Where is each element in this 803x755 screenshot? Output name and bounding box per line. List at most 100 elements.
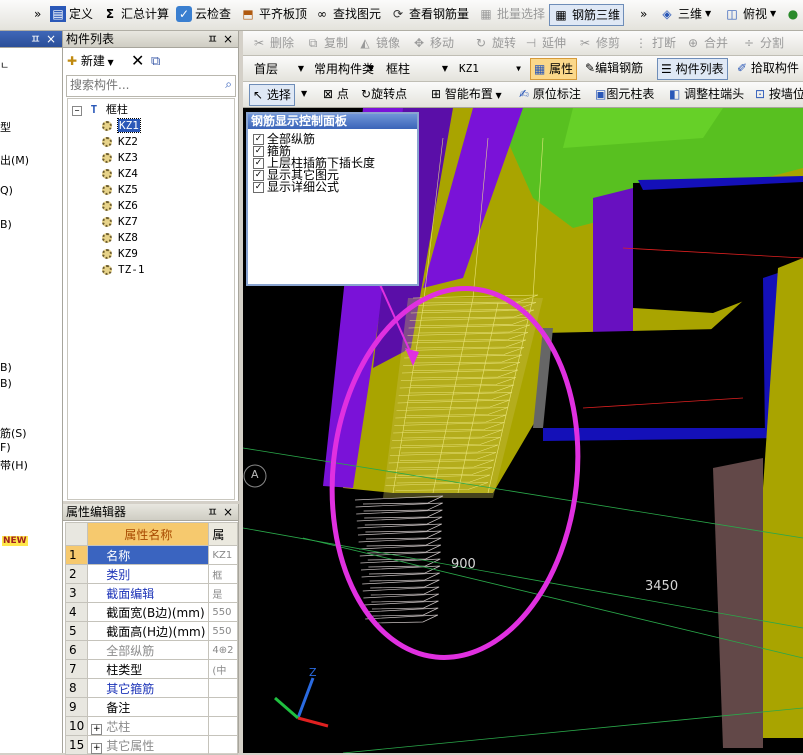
property-value[interactable]: 框	[208, 564, 238, 584]
expand-icon[interactable]: +	[91, 723, 103, 735]
component-select[interactable]: KZ1 ▼	[454, 59, 524, 77]
left-item[interactable]: B)	[0, 361, 12, 374]
search-icon[interactable]: ⌕	[225, 77, 232, 92]
find-element-button[interactable]: ∞ 查找图元	[314, 3, 381, 25]
property-row[interactable]: 10 + 芯柱	[64, 716, 238, 736]
3d-view-button[interactable]: ◈ 三维 ▼	[659, 3, 711, 25]
define-button[interactable]: ▤ 定义	[50, 3, 93, 25]
tree-item-kz9[interactable]: KZ9	[102, 246, 138, 262]
property-row[interactable]: 2 类别框	[64, 564, 238, 584]
property-row[interactable]: 3 截面编辑是	[64, 583, 238, 603]
left-item[interactable]: 出(M)	[0, 152, 29, 168]
category-select[interactable]: 常用构件类 ▼	[309, 59, 377, 77]
top-view-button[interactable]: ◫ 俯视 ▼	[724, 3, 776, 25]
close-icon[interactable]: ×	[223, 31, 233, 47]
floor-select[interactable]: 首层 ▼	[249, 59, 307, 77]
left-item[interactable]: B)	[0, 218, 12, 231]
toolbar-more-button-2[interactable]: »	[640, 3, 647, 25]
rebar-option[interactable]: ✓ 显示详细公式	[253, 181, 412, 193]
property-value[interactable]: 550	[208, 621, 238, 641]
tree-item-kz6[interactable]: KZ6	[102, 198, 138, 214]
edit-button-7[interactable]: ⋮ 打断	[633, 32, 676, 54]
summary-calc-button[interactable]: Σ 汇总计算	[102, 3, 169, 25]
property-row[interactable]: 6 全部纵筋 4⊕2	[64, 640, 238, 660]
property-row[interactable]: 8 其它箍筋	[64, 678, 238, 698]
left-item[interactable]: 带(H)	[0, 457, 28, 473]
left-item[interactable]: 型	[0, 119, 11, 135]
checkbox[interactable]: ✓	[253, 182, 264, 193]
tree-item-kz4[interactable]: KZ4	[102, 166, 138, 182]
properties-button[interactable]: ▦ 属性	[530, 58, 578, 80]
left-item[interactable]: 筋(S)	[0, 425, 27, 441]
column-table-button[interactable]: ▣图元柱表	[595, 84, 654, 104]
type-select[interactable]: 框柱 ▼	[381, 59, 451, 77]
tree-item-kz8[interactable]: KZ8	[102, 230, 138, 246]
rotate-point-button[interactable]: ↻旋转点	[361, 84, 407, 104]
property-value[interactable]	[208, 735, 238, 755]
left-item[interactable]: B)	[0, 377, 12, 390]
property-value[interactable]: 是	[208, 583, 238, 603]
tree-item-kz5[interactable]: KZ5	[102, 182, 138, 198]
pin-icon[interactable]: ㅍ	[30, 31, 41, 47]
left-item[interactable]: F)	[0, 441, 11, 454]
search-input[interactable]	[67, 76, 213, 94]
select-button[interactable]: ↖ 选择	[249, 84, 295, 106]
checkbox[interactable]: ✓	[253, 170, 264, 181]
close-icon[interactable]: ×	[223, 504, 233, 520]
edit-rebar-button[interactable]: ✎编辑钢筋	[585, 58, 643, 78]
by-wall-button[interactable]: ⊡ 按墙位	[755, 84, 803, 104]
toolbar-more-button[interactable]: »	[34, 3, 41, 25]
point-button[interactable]: ⊠ 点	[323, 84, 349, 104]
property-row[interactable]: 9 备注	[64, 697, 238, 717]
edit-button-8[interactable]: ⊕ 合并	[685, 32, 728, 54]
property-row[interactable]: 15 + 其它属性	[64, 735, 238, 755]
property-value[interactable]	[208, 678, 238, 698]
property-value[interactable]: 4⊕2	[208, 640, 238, 660]
edit-button-3[interactable]: ✥ 移动	[411, 32, 454, 54]
rebar-3d-button[interactable]: ▦ 钢筋三维	[549, 4, 625, 26]
delete-icon[interactable]: ✕	[131, 51, 144, 71]
collapse-icon[interactable]: −	[72, 106, 82, 116]
tree-item-kz3[interactable]: KZ3	[102, 150, 138, 166]
property-value[interactable]: KZ1	[208, 545, 238, 565]
property-value[interactable]	[208, 697, 238, 717]
edit-button-6[interactable]: ✂ 修剪	[577, 32, 620, 54]
tree-item-tz-1[interactable]: TZ-1	[102, 262, 145, 278]
close-icon[interactable]: ×	[46, 31, 56, 47]
adjust-column-end-button[interactable]: ◧ 调整柱端头	[669, 84, 744, 104]
property-row[interactable]: 4 截面宽(B边)(mm) 550	[64, 602, 238, 622]
checkbox[interactable]: ✓	[253, 158, 264, 169]
batch-select-button[interactable]: ▦ 批量选择	[478, 3, 545, 25]
property-value[interactable]: 550	[208, 602, 238, 622]
property-value[interactable]: (中	[208, 659, 238, 679]
tree-item-kz1[interactable]: KZ1	[102, 118, 141, 134]
tree-item-kz2[interactable]: KZ2	[102, 134, 138, 150]
tree-root[interactable]: − T 框柱	[72, 102, 128, 118]
edit-button-1[interactable]: ⧉ 复制	[305, 32, 348, 54]
pin-icon[interactable]: ㅍ	[207, 504, 218, 520]
cloud-check-button[interactable]: ✓ 云检查	[176, 3, 231, 25]
edit-button-9[interactable]: ÷ 分割	[741, 32, 784, 54]
edit-button-4[interactable]: ↻ 旋转	[473, 32, 516, 54]
property-row[interactable]: 7 柱类型 (中	[64, 659, 238, 679]
expand-icon[interactable]: +	[91, 742, 103, 754]
left-item[interactable]: Q)	[0, 184, 13, 197]
checkbox[interactable]: ✓	[253, 134, 264, 145]
edit-button-0[interactable]: ✂ 删除	[251, 32, 294, 54]
align-slab-top-button[interactable]: ⬒ 平齐板顶	[240, 3, 307, 25]
edit-button-5[interactable]: ⊣ 延伸	[523, 32, 566, 54]
checkbox[interactable]: ✓	[253, 146, 264, 157]
view-rebar-quantity-button[interactable]: ⟳ 查看钢筋量	[390, 3, 469, 25]
copy-icon[interactable]: ⧉	[151, 52, 160, 72]
extra-icon[interactable]: ●	[785, 3, 801, 25]
edit-button-2[interactable]: ◭ 镜像	[357, 32, 400, 54]
select-dropdown[interactable]: ▼	[301, 84, 307, 104]
component-list-button[interactable]: ☰ 构件列表	[657, 58, 728, 80]
pick-component-button[interactable]: ✐ 拾取构件	[737, 58, 799, 78]
in-place-annotation-button[interactable]: ✍ 原位标注	[519, 84, 581, 104]
tree-item-kz7[interactable]: KZ7	[102, 214, 138, 230]
pin-icon[interactable]: ㅍ	[207, 31, 218, 47]
property-value[interactable]	[208, 716, 238, 736]
smart-layout-button[interactable]: ⊞ 智能布置 ▼	[431, 84, 502, 104]
3d-viewport[interactable]: Z A 900 3450 钢筋显示控制面板 ✓ 全部纵筋 ✓ 箍筋 ✓ 上层柱插筋下插长度…	[243, 108, 803, 753]
